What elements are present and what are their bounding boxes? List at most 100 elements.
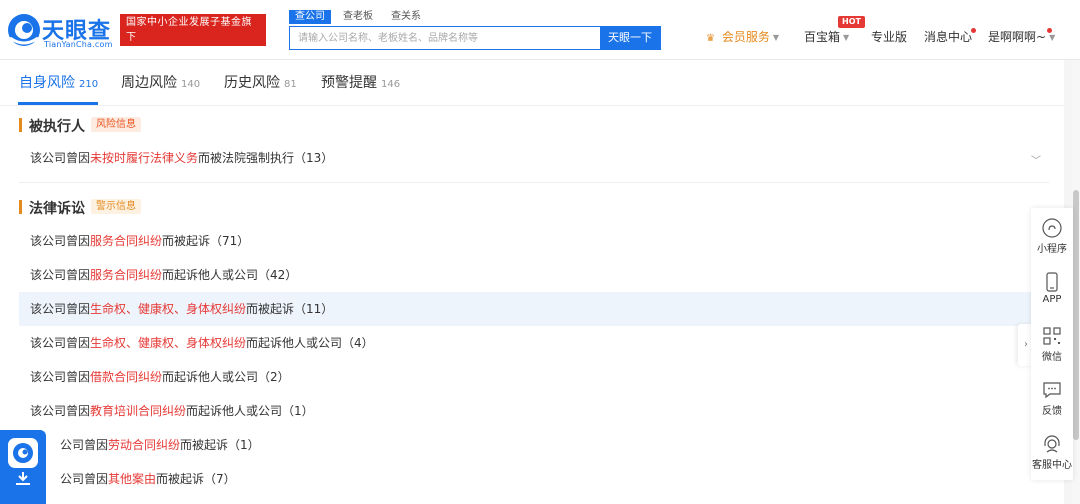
row-keyword[interactable]: 劳动合同纠纷: [108, 438, 180, 452]
sidebar-item-customer-service[interactable]: 客服中心: [1031, 434, 1073, 471]
lawsuit-row[interactable]: 公司曾因其他案由而被起诉（7）: [19, 462, 1049, 496]
risk-row[interactable]: 该公司曾因未按时履行法律义务而被法院强制执行（13）: [19, 141, 1049, 175]
search-type-tabs: 查公司 查老板 查关系: [289, 10, 427, 24]
sidebar-item-label: 反馈: [1042, 406, 1062, 417]
logo-text-en: TianYanCha.com: [44, 40, 113, 49]
caret-down-icon: ▼: [843, 33, 850, 42]
row-suffix: 而起诉他人或公司（42）: [162, 268, 298, 282]
row-keyword[interactable]: 服务合同纠纷: [90, 268, 162, 282]
row-suffix: 而起诉他人或公司（2）: [162, 370, 290, 384]
row-keyword[interactable]: 生命权、健康权、身体权纠纷: [90, 302, 246, 316]
tab-label: 自身风险: [19, 75, 75, 91]
search-button[interactable]: 天眼一下: [600, 27, 660, 49]
nav-vip-label: 会员服务: [721, 30, 770, 44]
tab-history-risk[interactable]: 历史风险 81: [224, 72, 297, 92]
lawsuit-row[interactable]: 该公司曾因生命权、健康权、身体权纠纷而起诉他人或公司（4）: [19, 326, 1049, 360]
row-suffix: 而被法院强制执行（13）: [198, 151, 334, 165]
sidebar-item-app[interactable]: APP: [1031, 272, 1073, 305]
site-logo[interactable]: 天眼查 TianYanCha.com: [6, 10, 114, 50]
sidebar-item-wechat[interactable]: 微信: [1031, 326, 1073, 363]
official-banner: 国家中小企业发展子基金旗下 官方备案企业征信机构: [120, 14, 266, 58]
miniprogram-icon: [1042, 218, 1062, 238]
row-prefix: 该公司曾因: [30, 234, 91, 248]
tab-label: 预警提醒: [321, 75, 377, 91]
feedback-icon: [1043, 382, 1061, 399]
lawsuit-row[interactable]: 公司曾因劳动合同纠纷而被起诉（1）: [19, 428, 1049, 462]
nav-treasure-label: 百宝箱: [804, 30, 841, 44]
row-keyword[interactable]: 未按时履行法律义务: [90, 151, 198, 165]
caret-down-icon: ▼: [1049, 33, 1056, 42]
sidebar-item-label: 小程序: [1037, 244, 1067, 255]
lawsuit-row[interactable]: 该公司曾因服务合同纠纷而起诉他人或公司（42）: [19, 258, 1049, 292]
nav-vip-service[interactable]: ♛ 会员服务 ▼: [706, 28, 779, 45]
lawsuit-row[interactable]: 该公司曾因教育培训合同纠纷而起诉他人或公司（1）: [19, 394, 1049, 428]
top-header: 天眼查 TianYanCha.com 国家中小企业发展子基金旗下 官方备案企业征…: [0, 0, 1080, 60]
active-tab-underline: [18, 102, 98, 105]
row-keyword[interactable]: 教育培训合同纠纷: [90, 404, 186, 418]
search-tab-relation[interactable]: 查关系: [385, 10, 427, 24]
sidebar-item-label: 客服中心: [1032, 460, 1072, 471]
tab-label: 历史风险: [224, 75, 280, 91]
lawsuit-row[interactable]: 该公司曾因服务合同纠纷而被起诉（71）: [19, 224, 1049, 258]
row-prefix: 该公司曾因: [30, 336, 91, 350]
nav-user-name: 是啊啊啊~: [988, 30, 1047, 44]
chevron-down-icon[interactable]: ﹀: [1031, 152, 1041, 167]
nav-treasure-box[interactable]: 百宝箱 ▼: [804, 28, 849, 45]
row-suffix: 而起诉他人或公司（4）: [246, 336, 374, 350]
row-keyword[interactable]: 借款合同纠纷: [90, 370, 162, 384]
row-suffix: 而被起诉（11）: [246, 302, 334, 316]
tab-surrounding-risk[interactable]: 周边风险 140: [121, 72, 200, 92]
tab-count: 146: [381, 79, 401, 90]
nav-pro-edition[interactable]: 专业版: [871, 28, 907, 45]
row-suffix: 而被起诉（7）: [156, 472, 236, 486]
row-prefix: 公司曾因: [60, 472, 109, 486]
row-keyword[interactable]: 服务合同纠纷: [90, 234, 162, 248]
row-suffix: 而被起诉（1）: [180, 438, 260, 452]
search-input[interactable]: [290, 27, 600, 49]
section-title-executed: 被执行人: [19, 116, 85, 136]
section-divider: [19, 182, 1049, 183]
user-unread-dot: [1047, 28, 1052, 33]
tab-count: 210: [79, 79, 99, 90]
row-prefix: 该公司曾因: [30, 370, 91, 384]
sidebar-item-miniprogram[interactable]: 小程序: [1031, 218, 1073, 255]
hot-badge: HOT: [838, 16, 865, 28]
banner-line-1: 国家中小企业发展子基金旗下: [126, 17, 252, 43]
row-prefix: 该公司曾因: [30, 151, 91, 165]
section-title-lawsuit: 法律诉讼: [19, 198, 85, 218]
search-box: 天眼一下: [289, 26, 661, 50]
sidebar-item-label: 微信: [1042, 352, 1062, 363]
floating-sidebar: 小程序 APP 微信 反馈 客服中心: [1031, 208, 1073, 480]
row-prefix: 公司曾因: [60, 438, 109, 452]
risk-card: 自身风险 210 周边风险 140 历史风险 81 预警提醒 146 被执行人 风险信息…: [0, 60, 1064, 504]
row-suffix: 而被起诉（71）: [162, 234, 250, 248]
row-prefix: 该公司曾因: [30, 268, 91, 282]
row-suffix: 而起诉他人或公司（1）: [186, 404, 314, 418]
floating-app-badge[interactable]: [0, 430, 46, 504]
warning-info-tag: 警示信息: [91, 199, 141, 214]
row-prefix: 该公司曾因: [30, 302, 91, 316]
qrcode-icon: [1043, 327, 1061, 345]
tab-warning-alert[interactable]: 预警提醒 146: [321, 72, 400, 92]
tab-self-risk[interactable]: 自身风险 210: [19, 72, 98, 92]
message-unread-dot: [971, 28, 976, 33]
sidebar-item-feedback[interactable]: 反馈: [1031, 380, 1073, 417]
risk-info-tag: 风险信息: [91, 117, 141, 132]
sidebar-item-label: APP: [1042, 294, 1062, 305]
search-tab-company[interactable]: 查公司: [289, 10, 331, 24]
search-tab-boss[interactable]: 查老板: [337, 10, 379, 24]
tianyancha-logo-icon: [8, 14, 40, 46]
tab-label: 周边风险: [121, 75, 177, 91]
risk-tabs: 自身风险 210 周边风险 140 历史风险 81 预警提醒 146: [0, 60, 1064, 106]
lawsuit-row[interactable]: 该公司曾因借款合同纠纷而起诉他人或公司（2）: [19, 360, 1049, 394]
row-keyword[interactable]: 其他案由: [108, 472, 156, 486]
tab-count: 81: [284, 79, 297, 90]
scrollbar-thumb[interactable]: [1073, 190, 1079, 440]
tab-count: 140: [181, 79, 201, 90]
nav-message-center[interactable]: 消息中心: [924, 28, 972, 45]
app-logo-icon: [8, 438, 38, 485]
lawsuit-row-hovered[interactable]: 该公司曾因生命权、健康权、身体权纠纷而被起诉（11）: [19, 292, 1049, 326]
crown-icon: ♛: [706, 33, 715, 44]
nav-user-menu[interactable]: 是啊啊啊~ ▼: [988, 28, 1055, 45]
row-keyword[interactable]: 生命权、健康权、身体权纠纷: [90, 336, 246, 350]
